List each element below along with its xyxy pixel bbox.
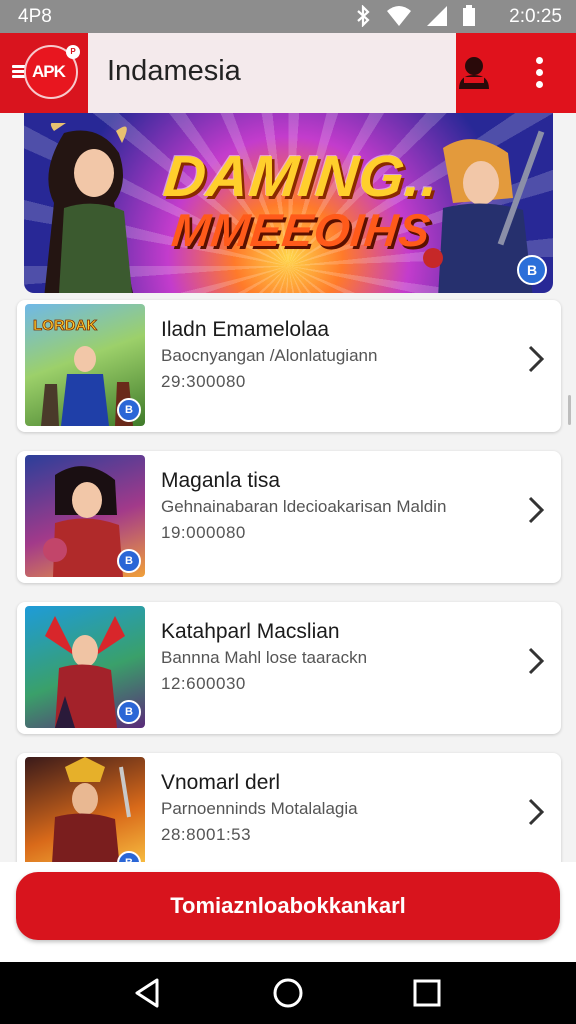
banner-title-line1: DAMING..	[160, 144, 443, 209]
game-thumbnail: B	[25, 757, 145, 879]
game-name: Maganla tisa	[161, 469, 281, 492]
download-button[interactable]: Tomiaznloabokkankarl	[16, 872, 560, 940]
game-thumbnail: B	[25, 606, 145, 728]
user-icon[interactable]	[456, 53, 492, 93]
bottom-action-area: Tomiaznloabokkankarl	[0, 862, 576, 962]
game-name: Iladn Emamelolaa	[161, 318, 330, 341]
bluetooth-icon	[357, 5, 370, 27]
game-badge: B	[117, 398, 141, 422]
app-bar-actions	[456, 33, 576, 113]
back-icon[interactable]	[131, 976, 165, 1010]
game-meta: 28:8001:53	[161, 825, 252, 844]
game-badge: B	[117, 549, 141, 573]
game-thumbnail: B	[25, 455, 145, 577]
game-badge: B	[117, 700, 141, 724]
svg-text:LORDAK: LORDAK	[33, 317, 97, 334]
game-thumbnail: LORDAK B	[25, 304, 145, 426]
game-meta: 29:300080	[161, 372, 246, 391]
chevron-right-icon[interactable]	[525, 646, 547, 676]
list-item[interactable]: B Katahparl Macslian Bannna Mahl lose ta…	[17, 602, 561, 734]
list-item[interactable]: B Maganla tisa Gehnainabaran ldecioakari…	[17, 451, 561, 583]
hero-banner[interactable]: DAMING.. MMEEOIHS B	[24, 113, 553, 293]
more-vert-icon[interactable]	[536, 57, 544, 89]
game-description: Parnoenninds Motalalagia	[161, 799, 358, 818]
wifi-icon	[387, 6, 411, 26]
game-name: Vnomarl derl	[161, 771, 281, 794]
screen: 4P8 2:0:25 APK P Indamesia DAMING.. MMEE…	[0, 0, 576, 1024]
game-name: Katahparl Macslian	[161, 620, 340, 643]
status-icons	[354, 5, 476, 27]
hero-character-left	[44, 123, 133, 293]
status-left-text: 4P8	[18, 6, 52, 27]
scrollbar[interactable]	[568, 395, 571, 425]
chevron-right-icon[interactable]	[525, 797, 547, 827]
logo-text: APK	[32, 62, 66, 81]
game-meta: 19:000080	[161, 523, 246, 542]
status-time: 2:0:25	[509, 6, 562, 27]
app-logo: APK P	[24, 45, 80, 99]
game-description: Bannna Mahl lose taarackn	[161, 648, 368, 667]
home-icon[interactable]	[271, 976, 305, 1010]
game-description: Gehnainabaran ldecioakarisan Maldin	[161, 497, 447, 516]
system-nav-bar	[0, 962, 576, 1024]
recents-icon[interactable]	[410, 976, 444, 1010]
game-description: Baocnyangan /Alonlatugiann	[161, 346, 378, 365]
game-meta: 12:600030	[161, 674, 246, 693]
battery-icon	[463, 5, 475, 26]
banner-title-line2: MMEEOIHS	[169, 204, 434, 256]
signal-icon	[427, 6, 447, 26]
page-title: Indamesia	[107, 55, 241, 87]
app-bar: APK P Indamesia	[0, 33, 576, 113]
logo-area[interactable]: APK P	[0, 33, 88, 113]
chevron-right-icon[interactable]	[525, 344, 547, 374]
list-item[interactable]: LORDAK B Iladn Emamelolaa Baocnyangan /A…	[17, 300, 561, 432]
logo-badge: P	[66, 45, 80, 59]
chevron-right-icon[interactable]	[525, 495, 547, 525]
banner-badge: B	[517, 255, 547, 285]
status-bar: 4P8 2:0:25	[0, 0, 576, 33]
game-list: LORDAK B Iladn Emamelolaa Baocnyangan /A…	[17, 300, 561, 904]
